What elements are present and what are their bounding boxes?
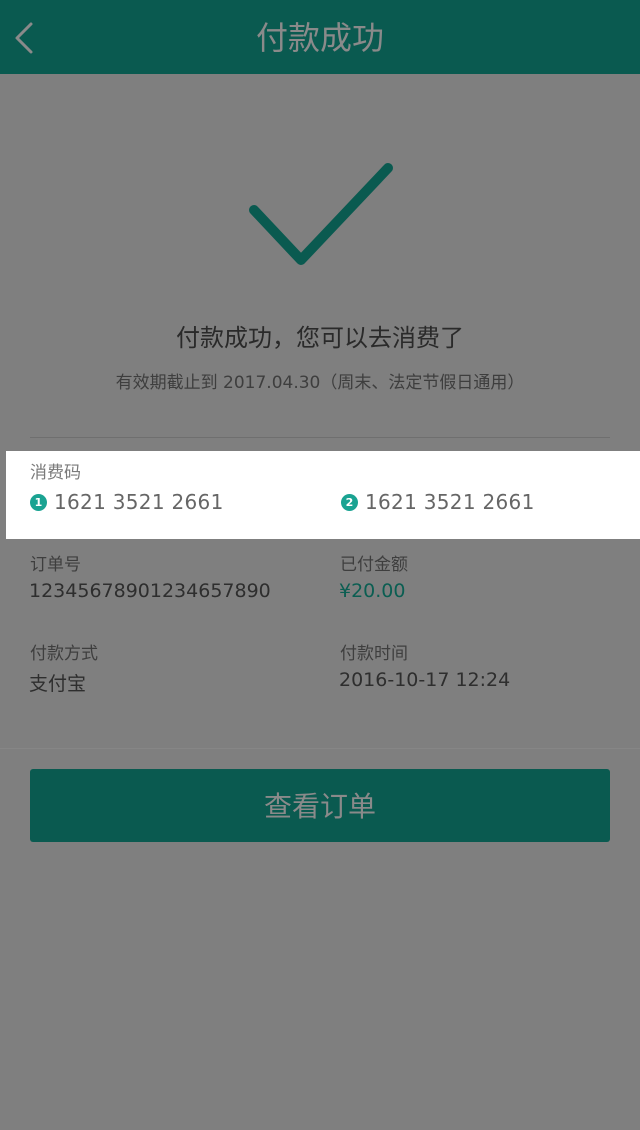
section-divider <box>0 748 640 749</box>
checkmark-icon <box>249 163 393 265</box>
code-index-badge: 2 <box>341 493 358 511</box>
consumption-code-item[interactable]: 1 1621 3521 2661 <box>30 489 224 515</box>
validity-text: 有效期截止到 2017.04.30（周末、法定节假日通用） <box>115 373 525 393</box>
code-index-badge: 1 <box>30 493 47 511</box>
code-value: 1621 3521 2661 <box>54 490 224 514</box>
header-bar: 付款成功 <box>0 0 640 74</box>
payment-method-value: 支付宝 <box>29 673 87 695</box>
success-title: 付款成功，您可以去消费了 <box>176 324 464 352</box>
order-number-value: 12345678901234657890 <box>29 580 271 602</box>
payment-time-value: 2016-10-17 12:24 <box>339 669 511 691</box>
divider <box>30 437 610 438</box>
codes-label: 消费码 <box>30 463 81 483</box>
consumption-code-item[interactable]: 2 1621 3521 2661 <box>341 489 535 515</box>
code-value: 1621 3521 2661 <box>365 490 535 514</box>
paid-amount-value: ¥20.00 <box>339 580 406 602</box>
consumption-codes-panel: 消费码 1 1621 3521 2661 2 1621 3521 2661 <box>6 451 640 539</box>
order-number-label: 订单号 <box>30 555 81 575</box>
view-order-button[interactable]: 查看订单 <box>30 769 610 842</box>
paid-amount-label: 已付金额 <box>340 555 408 575</box>
page-title: 付款成功 <box>255 19 384 57</box>
payment-method-label: 付款方式 <box>30 644 98 664</box>
payment-time-label: 付款时间 <box>340 644 408 664</box>
